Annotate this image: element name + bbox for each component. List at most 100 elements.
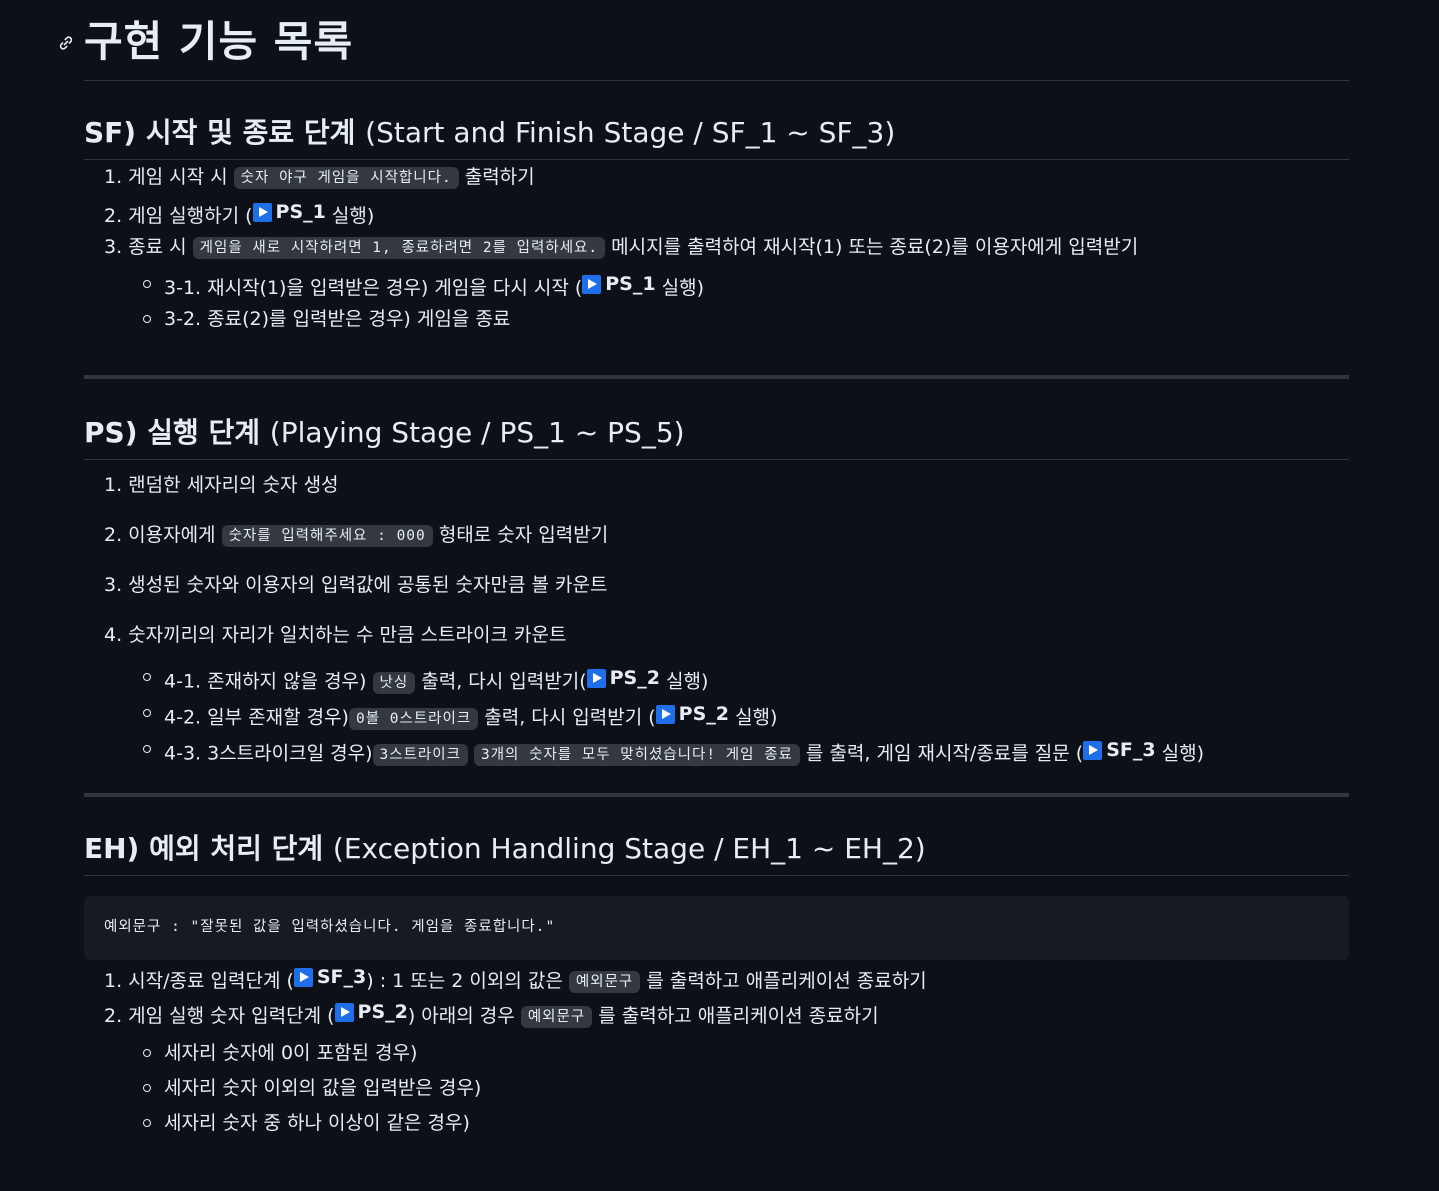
sub-list-item: 4-2. 일부 존재할 경우) 0볼 0스트라이크 출력, 다시 입력받기 ( PS… bbox=[84, 696, 1349, 732]
item-text: ) : 1 또는 2 이외의 값은 bbox=[366, 970, 563, 992]
item-number: 3. bbox=[104, 236, 123, 258]
code-block-text: 예외문구 : "잘못된 값을 입력하셨습니다. 게임을 종료합니다." bbox=[104, 919, 556, 936]
horizontal-rule bbox=[84, 375, 1349, 379]
item-number: 2. bbox=[104, 1005, 123, 1027]
inline-code: 숫자 야구 게임을 시작합니다. bbox=[233, 167, 459, 189]
item-text: 이용자에게 bbox=[128, 524, 216, 546]
list-item: 2. 게임 실행 숫자 입력단계 ( PS_2) 아래의 경우 예외문구 를 출력하… bbox=[84, 995, 1349, 1134]
play-icon bbox=[1083, 740, 1103, 760]
title-section: 구현 기능 목록 bbox=[59, 0, 1349, 81]
issue-ref: PS_2 bbox=[678, 703, 730, 725]
list-item: 2. 게임 실행하기 (PS_1 실행) bbox=[84, 195, 1349, 230]
inline-code: 3스트라이크 bbox=[372, 743, 468, 766]
issue-ref: PS_2 bbox=[609, 667, 660, 689]
issue-ref: SF_3 bbox=[316, 966, 367, 988]
link-icon[interactable] bbox=[56, 33, 76, 53]
eh-list: 1. 시작/종료 입력단계 ( SF_3) : 1 또는 2 이외의 값은 예외문구… bbox=[84, 960, 1349, 1134]
ps-list: 1. 랜덤한 세자리의 숫자 생성 2. 이용자에게 숫자를 입력해주세요 : 00… bbox=[84, 460, 1349, 768]
item-number: 4. bbox=[104, 624, 123, 646]
item-text: 실행) bbox=[666, 670, 709, 693]
play-icon bbox=[655, 704, 675, 724]
horizontal-rule bbox=[84, 793, 1349, 797]
heading-en: (Exception Handling Stage / EH_1 ~ EH_2) bbox=[332, 832, 926, 865]
inline-code: 게임을 새로 시작하려면 1, 종료하려면 2를 입력하세요. bbox=[192, 237, 606, 259]
item-text: 4-1. 존재하지 않을 경우) bbox=[164, 670, 367, 693]
item-text: 게임 실행하기 ( bbox=[128, 205, 253, 227]
sub-list-item: 3-2. 종료(2)를 입력받은 경우) 게임을 종료 bbox=[84, 302, 1349, 337]
inline-code: 숫자를 입력해주세요 : 000 bbox=[221, 525, 433, 547]
item-number: 3. bbox=[104, 574, 123, 596]
code-block: 예외문구 : "잘못된 값을 입력하셨습니다. 게임을 종료합니다." bbox=[84, 896, 1349, 960]
issue-link[interactable]: PS_2 bbox=[586, 660, 660, 696]
item-text: 랜덤한 세자리의 숫자 생성 bbox=[128, 474, 339, 496]
item-text: 종료 시 bbox=[128, 236, 187, 258]
sf-list: 1. 게임 시작 시 숫자 야구 게임을 시작합니다. 출력하기 2. 게임 실행하… bbox=[84, 160, 1349, 330]
issue-ref: SF_3 bbox=[1106, 739, 1156, 761]
sub-list-item: 세자리 숫자 이외의 값을 입력받은 경우) bbox=[84, 1071, 1349, 1106]
item-text: 세자리 숫자 중 하나 이상이 같은 경우) bbox=[164, 1112, 470, 1134]
sub-list-item: 3-1. 재시작(1)을 입력받은 경우) 게임을 다시 시작 (PS_1 실행… bbox=[84, 267, 1349, 302]
inline-code: 예외문구 bbox=[520, 1006, 593, 1028]
issue-link[interactable]: PS_1 bbox=[252, 195, 326, 230]
play-icon bbox=[334, 1003, 354, 1022]
play-icon bbox=[586, 668, 606, 688]
section-heading-eh: EH) 예외 처리 단계 (Exception Handling Stage /… bbox=[84, 829, 1349, 876]
item-text: 메시지를 출력하여 재시작(1) 또는 종료(2)를 이용자에게 입력받기 bbox=[611, 236, 1139, 258]
sub-list: 4-1. 존재하지 않을 경우) 낫싱 출력, 다시 입력받기( PS_2 실행)… bbox=[84, 660, 1349, 768]
sub-list-item: 4-1. 존재하지 않을 경우) 낫싱 출력, 다시 입력받기( PS_2 실행) bbox=[84, 660, 1349, 696]
item-text: 게임 시작 시 bbox=[128, 166, 228, 188]
play-icon bbox=[252, 203, 272, 222]
inline-code: 낫싱 bbox=[372, 671, 416, 694]
item-text: 3-2. 종료(2)를 입력받은 경우) 게임을 종료 bbox=[164, 308, 511, 330]
item-number: 2. bbox=[104, 205, 123, 227]
list-item: 4. 숫자끼리의 자리가 일치하는 수 만큼 스트라이크 카운트 bbox=[84, 610, 1349, 660]
list-item: 1. 게임 시작 시 숫자 야구 게임을 시작합니다. 출력하기 bbox=[84, 160, 1349, 195]
inline-code: 0볼 0스트라이크 bbox=[348, 707, 479, 730]
section-heading-ps: PS) 실행 단계 (Playing Stage / PS_1 ~ PS_5) bbox=[84, 413, 1349, 460]
issue-link[interactable]: SF_3 bbox=[1083, 732, 1156, 768]
sub-list: 세자리 숫자에 0이 포함된 경우) 세자리 숫자 이외의 값을 입력받은 경우… bbox=[84, 1036, 1349, 1141]
item-text: 를 출력하고 애플리케이션 종료하기 bbox=[598, 1005, 879, 1027]
item-text: ) 아래의 경우 bbox=[407, 1005, 515, 1027]
item-number: 2. bbox=[104, 524, 123, 546]
item-text: 세자리 숫자 이외의 값을 입력받은 경우) bbox=[164, 1077, 482, 1099]
inline-code: 3개의 숫자를 모두 맞히셨습니다! 게임 종료 bbox=[473, 743, 800, 766]
item-text: 4-3. 3스트라이크일 경우) bbox=[164, 742, 373, 765]
item-text: 4-2. 일부 존재할 경우) bbox=[164, 706, 349, 729]
list-item: 1. 랜덤한 세자리의 숫자 생성 bbox=[84, 460, 1349, 510]
list-item-sub-container: 4-1. 존재하지 않을 경우) 낫싱 출력, 다시 입력받기( PS_2 실행)… bbox=[84, 660, 1349, 768]
item-text: 세자리 숫자에 0이 포함된 경우) bbox=[164, 1042, 418, 1064]
heading-ko: PS) 실행 단계 bbox=[84, 416, 261, 449]
item-text: 실행) bbox=[735, 706, 778, 729]
section-heading-sf: SF) 시작 및 종료 단계 (Start and Finish Stage /… bbox=[84, 113, 1349, 160]
sub-list: 3-1. 재시작(1)을 입력받은 경우) 게임을 다시 시작 (PS_1 실행… bbox=[84, 267, 1349, 337]
issue-ref: PS_2 bbox=[357, 1001, 408, 1023]
list-item: 2. 이용자에게 숫자를 입력해주세요 : 000 형태로 숫자 입력받기 bbox=[84, 510, 1349, 560]
heading-en: (Start and Finish Stage / SF_1 ~ SF_3) bbox=[365, 116, 896, 149]
item-text: 실행) bbox=[331, 205, 375, 227]
item-text: 시작/종료 입력단계 ( bbox=[128, 970, 294, 992]
item-text: 실행) bbox=[1161, 742, 1205, 765]
issue-link[interactable]: PS_1 bbox=[582, 267, 656, 302]
item-text: 게임 실행 숫자 입력단계 ( bbox=[128, 1005, 335, 1027]
item-text: 를 출력, 게임 재시작/종료를 질문 ( bbox=[805, 742, 1084, 765]
item-text: 출력, 다시 입력받기( bbox=[421, 670, 587, 693]
heading-ko: EH) 예외 처리 단계 bbox=[84, 832, 324, 865]
issue-ref: PS_1 bbox=[605, 273, 656, 295]
play-icon bbox=[293, 968, 313, 987]
readme-page: 구현 기능 목록 SF) 시작 및 종료 단계 (Start and Finis… bbox=[0, 0, 1439, 1191]
item-text: 형태로 숫자 입력받기 bbox=[438, 524, 609, 546]
inline-code: 예외문구 bbox=[568, 971, 641, 993]
issue-link[interactable]: PS_2 bbox=[334, 995, 408, 1030]
item-number: 1. bbox=[104, 970, 123, 992]
page-title: 구현 기능 목록 bbox=[84, 17, 354, 66]
sub-list-item: 세자리 숫자에 0이 포함된 경우) bbox=[84, 1036, 1349, 1071]
sub-list-item: 세자리 숫자 중 하나 이상이 같은 경우) bbox=[84, 1106, 1349, 1141]
item-number: 1. bbox=[104, 474, 123, 496]
issue-link[interactable]: PS_2 bbox=[655, 696, 730, 732]
issue-link[interactable]: SF_3 bbox=[293, 960, 367, 995]
item-text: 출력, 다시 입력받기 ( bbox=[484, 706, 656, 729]
heading-en: (Playing Stage / PS_1 ~ PS_5) bbox=[269, 416, 685, 449]
sub-list-item: 4-3. 3스트라이크일 경우) 3스트라이크 3개의 숫자를 모두 맞히셨습니다… bbox=[84, 732, 1349, 768]
item-text: 생성된 숫자와 이용자의 입력값에 공통된 숫자만큼 볼 카운트 bbox=[128, 574, 608, 596]
